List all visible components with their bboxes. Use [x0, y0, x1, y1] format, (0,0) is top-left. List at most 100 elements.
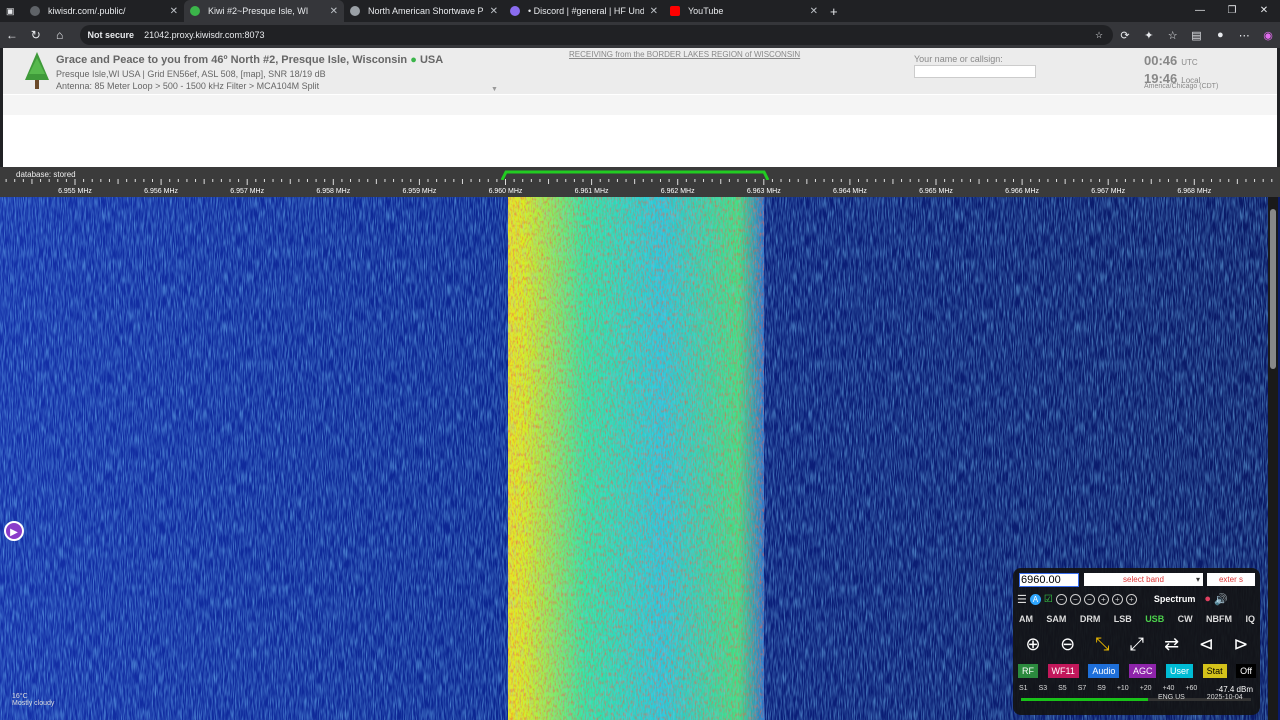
page-right-icon[interactable]: ⊳: [1227, 632, 1255, 656]
close-tab-icon[interactable]: ✕: [490, 6, 498, 17]
close-tab-icon[interactable]: ✕: [810, 6, 818, 17]
not-secure-badge[interactable]: Not secure: [88, 30, 135, 40]
receiver-title-text: Grace and Peace to you from 46º North #2…: [56, 54, 408, 66]
tab-title: YouTube: [688, 6, 724, 16]
tab-wf[interactable]: WF11: [1047, 664, 1079, 678]
collapse-topbar-icon[interactable]: ▼: [491, 86, 498, 93]
tab-actions-icon[interactable]: ▣: [0, 0, 24, 22]
s-meter-value-number: -47.4: [1216, 685, 1235, 694]
collections-icon[interactable]: ▤: [1185, 29, 1209, 42]
profile-avatar[interactable]: ●: [1208, 29, 1232, 41]
zoom-out-icon[interactable]: −: [1055, 593, 1067, 605]
zoom-out-3-icon[interactable]: −: [1083, 593, 1095, 605]
scale-label: 6.965 MHz: [919, 188, 953, 195]
mode-nbfm[interactable]: NBFM: [1204, 614, 1234, 624]
tab-off[interactable]: Off: [1236, 664, 1256, 678]
hamburger-menu-icon[interactable]: ☰: [1017, 593, 1027, 606]
receiving-link[interactable]: RECEIVING from the BORDER LAKES REGION o…: [569, 50, 800, 59]
mode-lsb[interactable]: LSB: [1112, 614, 1134, 624]
speaker-icon[interactable]: 🔊: [1214, 593, 1228, 606]
close-window-icon[interactable]: ✕: [1248, 0, 1280, 22]
scale-label: 6.967 MHz: [1091, 188, 1125, 195]
home-icon[interactable]: ⌂: [48, 28, 72, 42]
scale-label: 6.962 MHz: [661, 188, 695, 195]
temperature: 16°C: [12, 693, 28, 700]
url-text: 21042.proxy.kiwisdr.com:8073: [144, 30, 265, 40]
zoom-in-magnifier-icon[interactable]: ⊕: [1019, 632, 1047, 656]
waterfall-scrollbar[interactable]: [1268, 197, 1278, 720]
bookmark-star-icon[interactable]: ☆: [1095, 30, 1103, 41]
zoom-max-icon[interactable]: ⤢: [1123, 632, 1151, 656]
play-icon[interactable]: ▶: [4, 521, 24, 541]
minimize-icon[interactable]: —: [1184, 0, 1216, 22]
zoom-in-2-icon[interactable]: +: [1111, 593, 1123, 605]
tray-date: 2025-10-04: [1206, 694, 1243, 701]
url-field[interactable]: Not secure 21042.proxy.kiwisdr.com:8073 …: [79, 25, 1114, 45]
checkbox-icon[interactable]: ☑: [1044, 594, 1053, 605]
s-meter-unit: dBm: [1236, 685, 1253, 694]
callsign-input[interactable]: [914, 65, 1036, 78]
mode-buttons: AM SAM DRM LSB USB CW NBFM IQ: [1017, 614, 1257, 624]
tab-title: North American Shortwave Pirate: [368, 6, 484, 16]
tab-user[interactable]: User: [1166, 664, 1194, 678]
close-tab-icon[interactable]: ✕: [650, 6, 658, 17]
toolbar-row: ☰ A ☑ − − − + + + Spectrum ● 🔊: [1017, 592, 1257, 606]
new-tab-button[interactable]: +: [824, 0, 844, 22]
tab-title: • Discord | #general | HF Undergr: [528, 6, 644, 16]
s-meter-value: -47.4 dBm: [1216, 685, 1253, 694]
maximize-icon[interactable]: ❐: [1216, 0, 1248, 22]
tab-agc[interactable]: AGC: [1128, 664, 1157, 678]
scrollbar-thumb[interactable]: [1270, 209, 1276, 369]
receiver-country: USA: [419, 54, 444, 66]
reload-icon[interactable]: ↻: [24, 28, 48, 42]
band-select[interactable]: select band ▾: [1084, 573, 1203, 586]
extension-puzzle-icon[interactable]: ✦: [1137, 29, 1161, 42]
tab-audio[interactable]: Audio: [1088, 664, 1120, 678]
copilot-icon[interactable]: ◉: [1256, 29, 1280, 42]
frequency-scale[interactable]: database: stored 6.955 MHz 6.956 MHz 6.957…: [0, 167, 1280, 197]
close-tab-icon[interactable]: ✕: [330, 6, 338, 17]
scale-label: 6.955 MHz: [58, 188, 92, 195]
language-indicator[interactable]: ENG US: [1158, 694, 1185, 701]
menu-dots-icon[interactable]: ⋯: [1232, 29, 1256, 42]
scale-label: 6.961 MHz: [575, 188, 609, 195]
tab-stat[interactable]: Stat: [1202, 664, 1227, 678]
browser-tab-kiwi2[interactable]: Kiwi #2~Presque Isle, WI ✕: [184, 0, 344, 22]
browser-tab-kiwisdr[interactable]: kiwisdr.com/.public/ ✕: [24, 0, 184, 22]
address-bar-row: ← ↻ ⌂ Not secure 21042.proxy.kiwisdr.com…: [0, 22, 1280, 48]
mode-iq[interactable]: IQ: [1243, 614, 1257, 624]
scale-label: 6.964 MHz: [833, 188, 867, 195]
globe-icon: [350, 6, 360, 16]
extension-select[interactable]: exter s: [1207, 573, 1255, 586]
back-icon[interactable]: ←: [0, 28, 24, 42]
weather-widget[interactable]: 16°C Mostly cloudy: [12, 693, 54, 707]
zoom-in-icon[interactable]: +: [1097, 593, 1109, 605]
spectrum-toggle[interactable]: Spectrum: [1154, 594, 1196, 604]
mode-sam[interactable]: SAM: [1044, 614, 1068, 624]
zoom-controls: ⊕ ⊖ ⤡ ⤢ ⇄ ⊲ ⊳: [1019, 632, 1255, 656]
tab-rf[interactable]: RF: [1018, 664, 1038, 678]
auto-icon[interactable]: A: [1029, 593, 1041, 605]
extensions-icon[interactable]: ⟳: [1113, 29, 1137, 42]
browser-tab-pirate[interactable]: North American Shortwave Pirate ✕: [344, 0, 504, 22]
page-left-icon[interactable]: ⊲: [1192, 632, 1220, 656]
mute-icon[interactable]: ●: [1204, 593, 1211, 605]
mode-drm[interactable]: DRM: [1078, 614, 1103, 624]
browser-tab-discord[interactable]: • Discord | #general | HF Undergr ✕: [504, 0, 664, 22]
database-status: database: stored: [16, 170, 76, 179]
discord-icon: [510, 6, 520, 16]
mode-cw[interactable]: CW: [1176, 614, 1195, 624]
frequency-input[interactable]: 6960.00: [1019, 573, 1079, 587]
mode-am[interactable]: AM: [1017, 614, 1035, 624]
callsign-label: Your name or callsign:: [914, 54, 1003, 64]
zoom-out-2-icon[interactable]: −: [1069, 593, 1081, 605]
zoom-out-magnifier-icon[interactable]: ⊖: [1054, 632, 1082, 656]
mode-usb[interactable]: USB: [1143, 614, 1166, 624]
zoom-to-band-icon[interactable]: ⤡: [1088, 632, 1116, 656]
location-line[interactable]: Presque Isle,WI USA | Grid EN56ef, ASL 5…: [56, 69, 326, 79]
zoom-in-3-icon[interactable]: +: [1125, 593, 1137, 605]
browser-tab-youtube[interactable]: YouTube ✕: [664, 0, 824, 22]
favorites-icon[interactable]: ☆: [1161, 29, 1185, 42]
swap-icon[interactable]: ⇄: [1158, 632, 1186, 656]
close-tab-icon[interactable]: ✕: [170, 6, 178, 17]
